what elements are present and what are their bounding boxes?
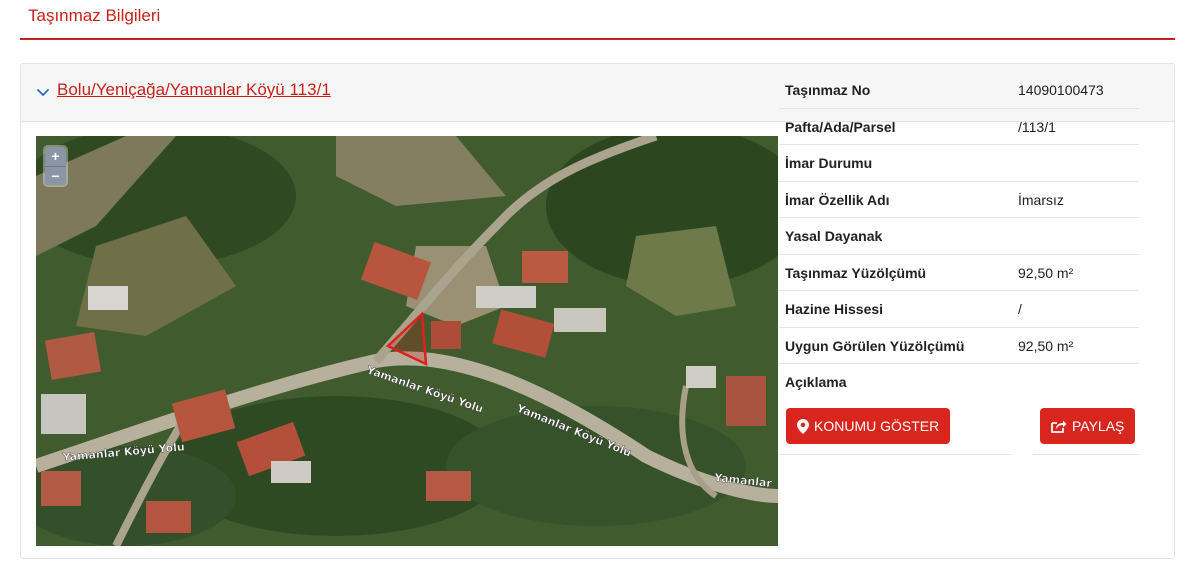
info-row-tasinmaz-no: Taşınmaz No 14090100473 (779, 72, 1139, 109)
info-row-tasinmaz-yuzolcumu: Taşınmaz Yüzölçümü 92,50 m² (779, 255, 1139, 291)
info-label: Pafta/Ada/Parsel (785, 118, 896, 135)
show-location-button[interactable]: KONUMU GÖSTER (786, 408, 951, 444)
parcel-link[interactable]: Bolu/Yeniçağa/Yamanlar Köyü 113/1 (57, 80, 331, 100)
info-label: Taşınmaz Yüzölçümü (785, 264, 927, 281)
zoom-out-button[interactable]: − (45, 166, 66, 185)
info-value: / (1018, 301, 1022, 317)
info-row-uygun-gorulen-yuzolcumu: Uygun Görülen Yüzölçümü 92,50 m² (779, 328, 1139, 364)
info-row-imar-durumu: İmar Durumu (779, 145, 1139, 182)
info-value: /113/1 (1018, 118, 1056, 135)
map-marker-icon (797, 418, 809, 434)
show-location-label: KONUMU GÖSTER (814, 418, 940, 434)
info-row-imar-ozellik-adi: İmar Özellik Adı İmarsız (779, 182, 1139, 218)
page-title: Taşınmaz Bilgileri (28, 6, 161, 25)
info-value: 14090100473 (1018, 82, 1104, 98)
action-bar: KONUMU GÖSTER PAYLAŞ (779, 400, 1139, 456)
info-value: İmarsız (1018, 191, 1064, 208)
zoom-in-button[interactable]: + (45, 147, 66, 166)
info-row-yasal-dayanak: Yasal Dayanak (779, 218, 1139, 255)
info-row-hazine-hissesi: Hazine Hissesi / (779, 291, 1139, 328)
satellite-map[interactable]: Yamanlar Köyü Yolu Yamanlar Köyü Yolu Ya… (36, 136, 778, 546)
share-label: PAYLAŞ (1072, 418, 1125, 434)
info-label: Taşınmaz No (785, 82, 871, 98)
info-value: 92,50 m² (1018, 264, 1074, 281)
share-icon (1051, 420, 1067, 433)
map-imagery: Yamanlar Köyü Yolu Yamanlar Köyü Yolu Ya… (36, 136, 778, 546)
divider (779, 454, 1011, 455)
info-label: İmar Özellik Adı (785, 191, 890, 208)
info-label: Hazine Hissesi (785, 301, 884, 317)
info-row-aciklama: Açıklama (779, 364, 1139, 401)
property-info-table: Taşınmaz No 14090100473 Pafta/Ada/Parsel… (779, 72, 1139, 401)
info-label: Yasal Dayanak (785, 228, 883, 244)
share-button[interactable]: PAYLAŞ (1040, 408, 1136, 444)
zoom-control: + − (45, 147, 66, 185)
divider (1033, 454, 1139, 455)
info-label: İmar Durumu (785, 155, 873, 171)
info-label: Uygun Görülen Yüzölçümü (785, 337, 965, 354)
info-label: Açıklama (785, 374, 847, 390)
info-value: 92,50 m² (1018, 337, 1074, 354)
info-row-pafta-ada-parsel: Pafta/Ada/Parsel /113/1 (779, 109, 1139, 145)
chevron-down-icon (37, 89, 49, 97)
title-divider (20, 38, 1175, 40)
